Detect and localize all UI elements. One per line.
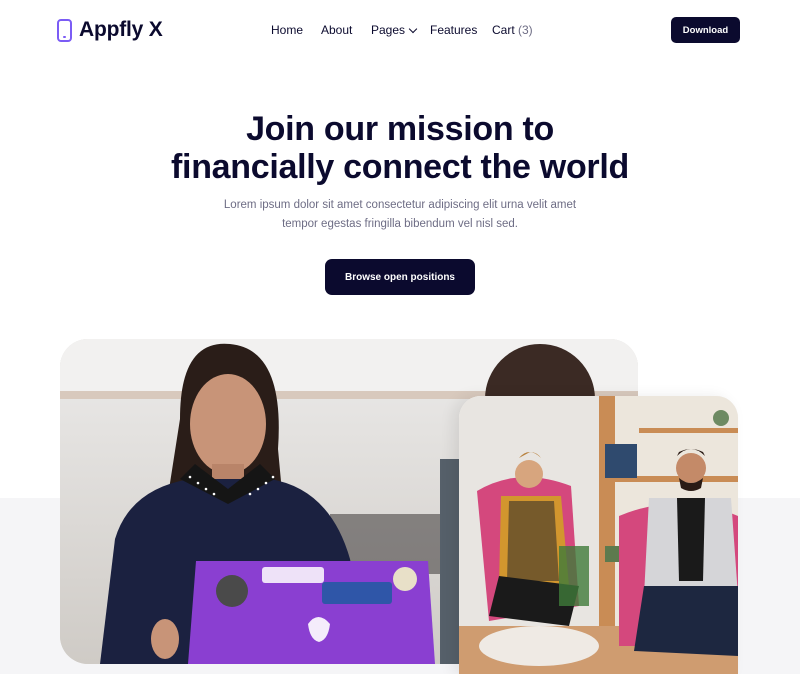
nav-pages[interactable]: Pages [371, 23, 418, 37]
hero-title-line-1: Join our mission to [246, 110, 554, 148]
nav-cart[interactable]: Cart (3) [492, 23, 533, 37]
download-button[interactable]: Download [671, 17, 740, 43]
hero-title: Join our mission to financially connect … [0, 110, 800, 186]
logo[interactable]: Appfly X [57, 18, 163, 42]
phone-icon [57, 18, 72, 42]
nav-cart-label: Cart [492, 23, 515, 37]
hero-description: Lorem ipsum dolor sit amet consectetur a… [223, 199, 577, 230]
team-photo-meeting [459, 396, 738, 674]
hero-title-line-2: financially connect the world [171, 148, 629, 186]
nav-features[interactable]: Features [430, 23, 477, 37]
browse-positions-button[interactable]: Browse open positions [325, 259, 475, 295]
meeting-illustration [459, 396, 738, 674]
logo-text: Appfly X [79, 18, 163, 41]
nav-home[interactable]: Home [271, 23, 303, 37]
nav-pages-label: Pages [371, 23, 406, 37]
navbar: Appfly X Home About Pages Features Cart … [0, 0, 800, 62]
chevron-down-icon [408, 24, 418, 33]
nav-about[interactable]: About [321, 23, 352, 37]
cart-count-badge: (3) [518, 23, 533, 37]
